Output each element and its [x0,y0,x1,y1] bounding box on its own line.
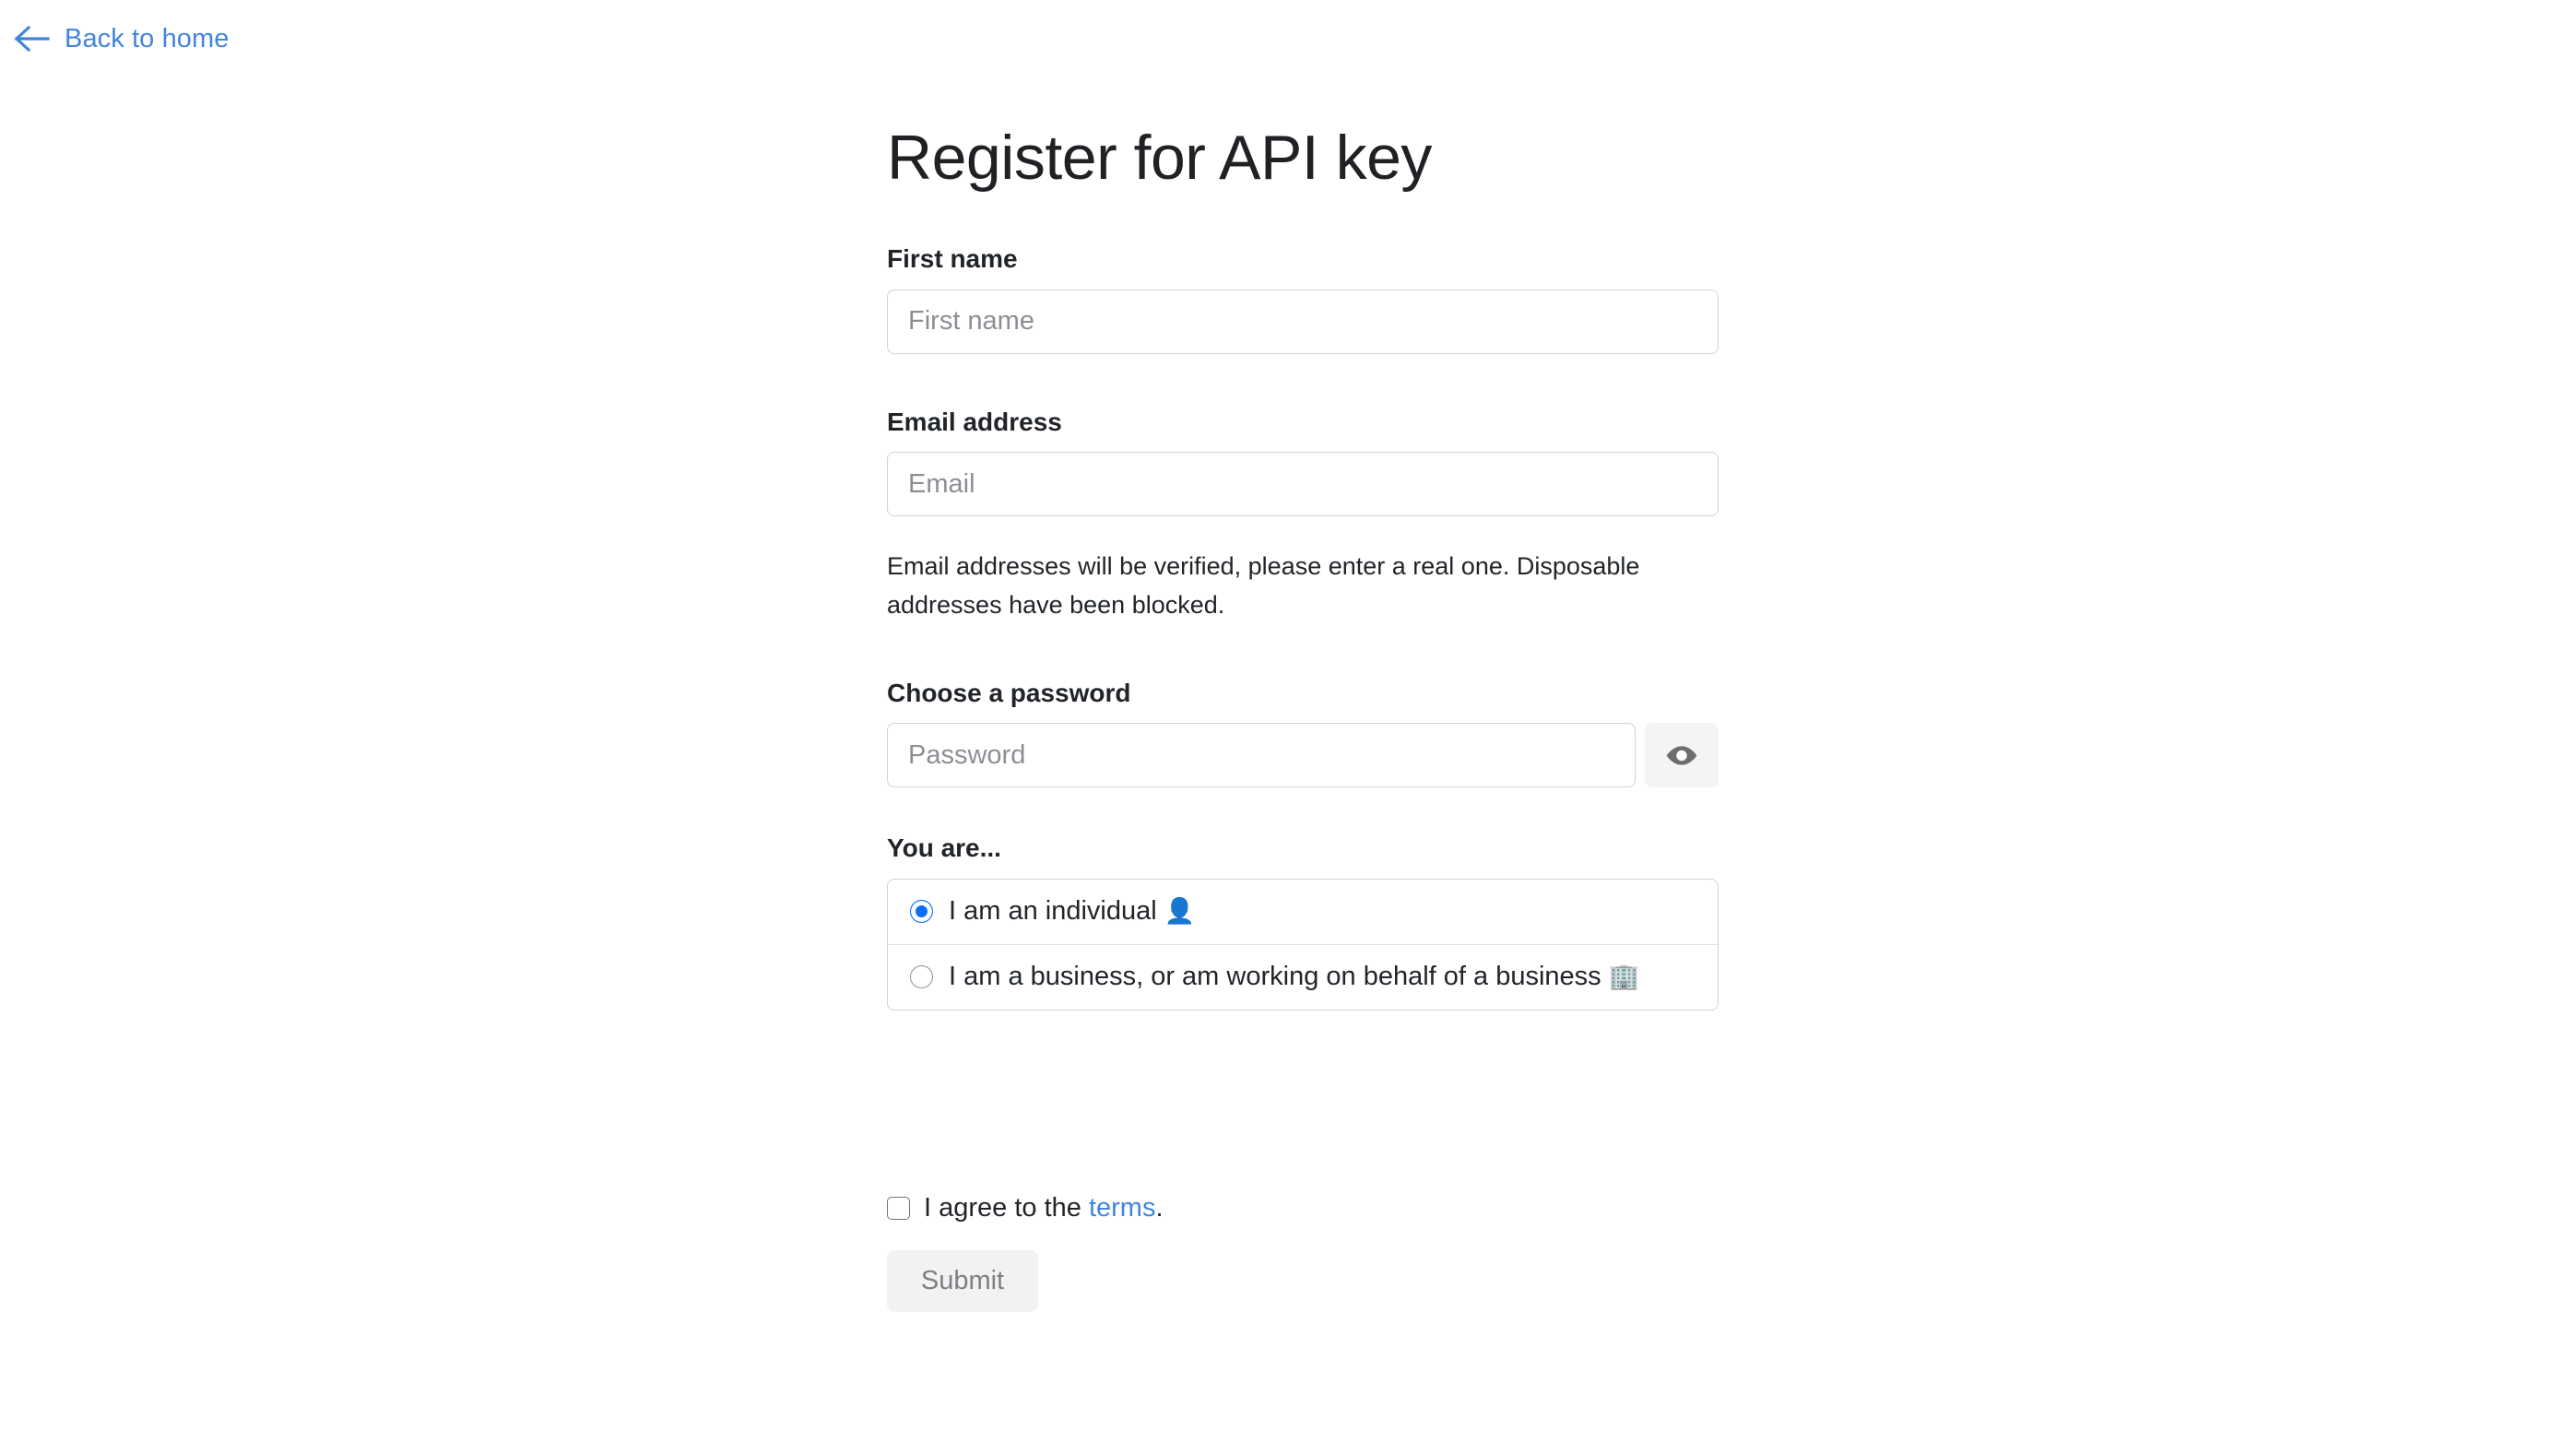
terms-text: I agree to the terms. [924,1192,1164,1224]
email-label: Email address [887,407,1062,436]
radio-label-business: I am a business, or am working on behalf… [949,963,1639,990]
submit-button[interactable]: Submit [887,1250,1038,1313]
terms-prefix: I agree to the [924,1192,1089,1223]
person-icon: 👤 [1164,897,1196,926]
password-input[interactable] [887,723,1636,788]
eye-icon [1665,744,1698,767]
arrow-left-icon [13,24,52,53]
toggle-password-visibility-button[interactable] [1645,723,1719,788]
password-label: Choose a password [887,678,1131,707]
account-type-radio-group: I am an individual 👤 I am a business, or… [887,878,1719,1011]
radio-indicator-individual[interactable] [910,900,933,924]
radio-text-business: I am a business, or am working on behalf… [949,962,1601,992]
radio-option-individual[interactable]: I am an individual 👤 [888,880,1718,944]
back-to-home-label: Back to home [65,23,230,53]
first-name-input[interactable] [887,289,1719,354]
terms-checkbox[interactable] [887,1196,910,1220]
radio-label-individual: I am an individual 👤 [949,898,1195,925]
radio-option-business[interactable]: I am a business, or am working on behalf… [888,943,1718,1010]
email-input[interactable] [887,452,1719,517]
password-row [887,723,1719,788]
first-name-label: First name [887,244,1018,274]
account-type-label: You are... [887,833,1001,863]
register-api-key-page: { "back_link": { "label": "Back to home"… [0,0,2576,1442]
captcha-placeholder-area [887,1011,1719,1192]
terms-link[interactable]: terms [1089,1193,1156,1223]
radio-text-individual: I am an individual [949,896,1157,927]
back-to-home-link[interactable]: Back to home [13,24,230,53]
page-title: Register for API key [887,123,1432,193]
email-help-text: Email addresses will be verified, please… [887,552,1640,620]
terms-suffix: . [1155,1192,1164,1223]
registration-form: Register for API key First name Email ad… [887,0,1719,1313]
office-building-icon: 🏢 [1608,963,1640,991]
radio-indicator-business[interactable] [910,965,933,989]
terms-row: I agree to the terms. [887,1192,1719,1224]
